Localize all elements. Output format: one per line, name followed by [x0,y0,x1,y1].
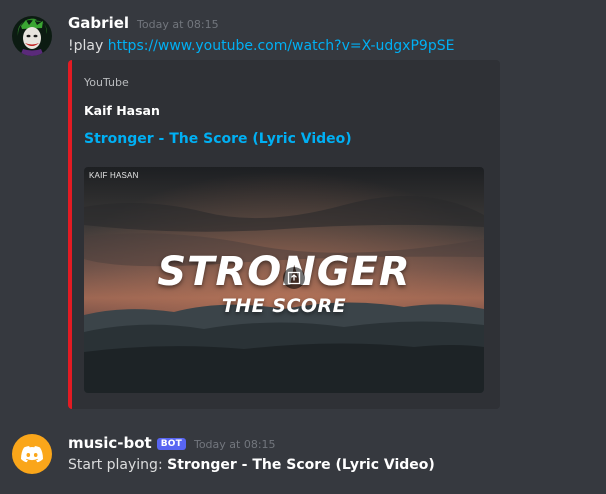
embed-title-link[interactable]: Stronger - The Score (Lyric Video) [84,131,352,147]
video-thumbnail[interactable]: KAIF HASAN STRONGER THE SCORE [84,167,484,393]
video-title-sub: THE SCORE [221,295,347,317]
joker-avatar-icon[interactable] [12,16,52,56]
message-header: Gabriel Today at 08:15 [68,14,219,32]
command-text: !play [68,38,108,54]
status-text: Start playing: [68,457,168,473]
username[interactable]: Gabriel [68,14,129,32]
discord-logo-icon[interactable] [12,434,52,474]
play-button[interactable] [283,267,305,289]
message-content: !play https://www.youtube.com/watch?v=X-… [68,38,454,54]
bot-badge: BOT [156,438,186,450]
channel-watermark: KAIF HASAN [89,171,139,180]
message-header: music-bot BOT Today at 08:15 [68,434,276,452]
embed-author[interactable]: Kaif Hasan [84,103,160,118]
youtube-link[interactable]: https://www.youtube.com/watch?v=X-udgxP9… [108,38,455,54]
timestamp: Today at 08:15 [137,18,219,31]
youtube-embed: YouTube Kaif Hasan Stronger - The Score … [68,60,500,409]
song-title: Stronger - The Score (Lyric Video) [167,457,435,473]
play-icon [287,271,301,285]
chat-messages: Gabriel Today at 08:15 !play https://www… [0,0,606,494]
message-content: Start playing: Stronger - The Score (Lyr… [68,457,435,473]
username[interactable]: music-bot [68,434,152,452]
embed-provider: YouTube [84,76,129,89]
timestamp: Today at 08:15 [193,438,276,451]
